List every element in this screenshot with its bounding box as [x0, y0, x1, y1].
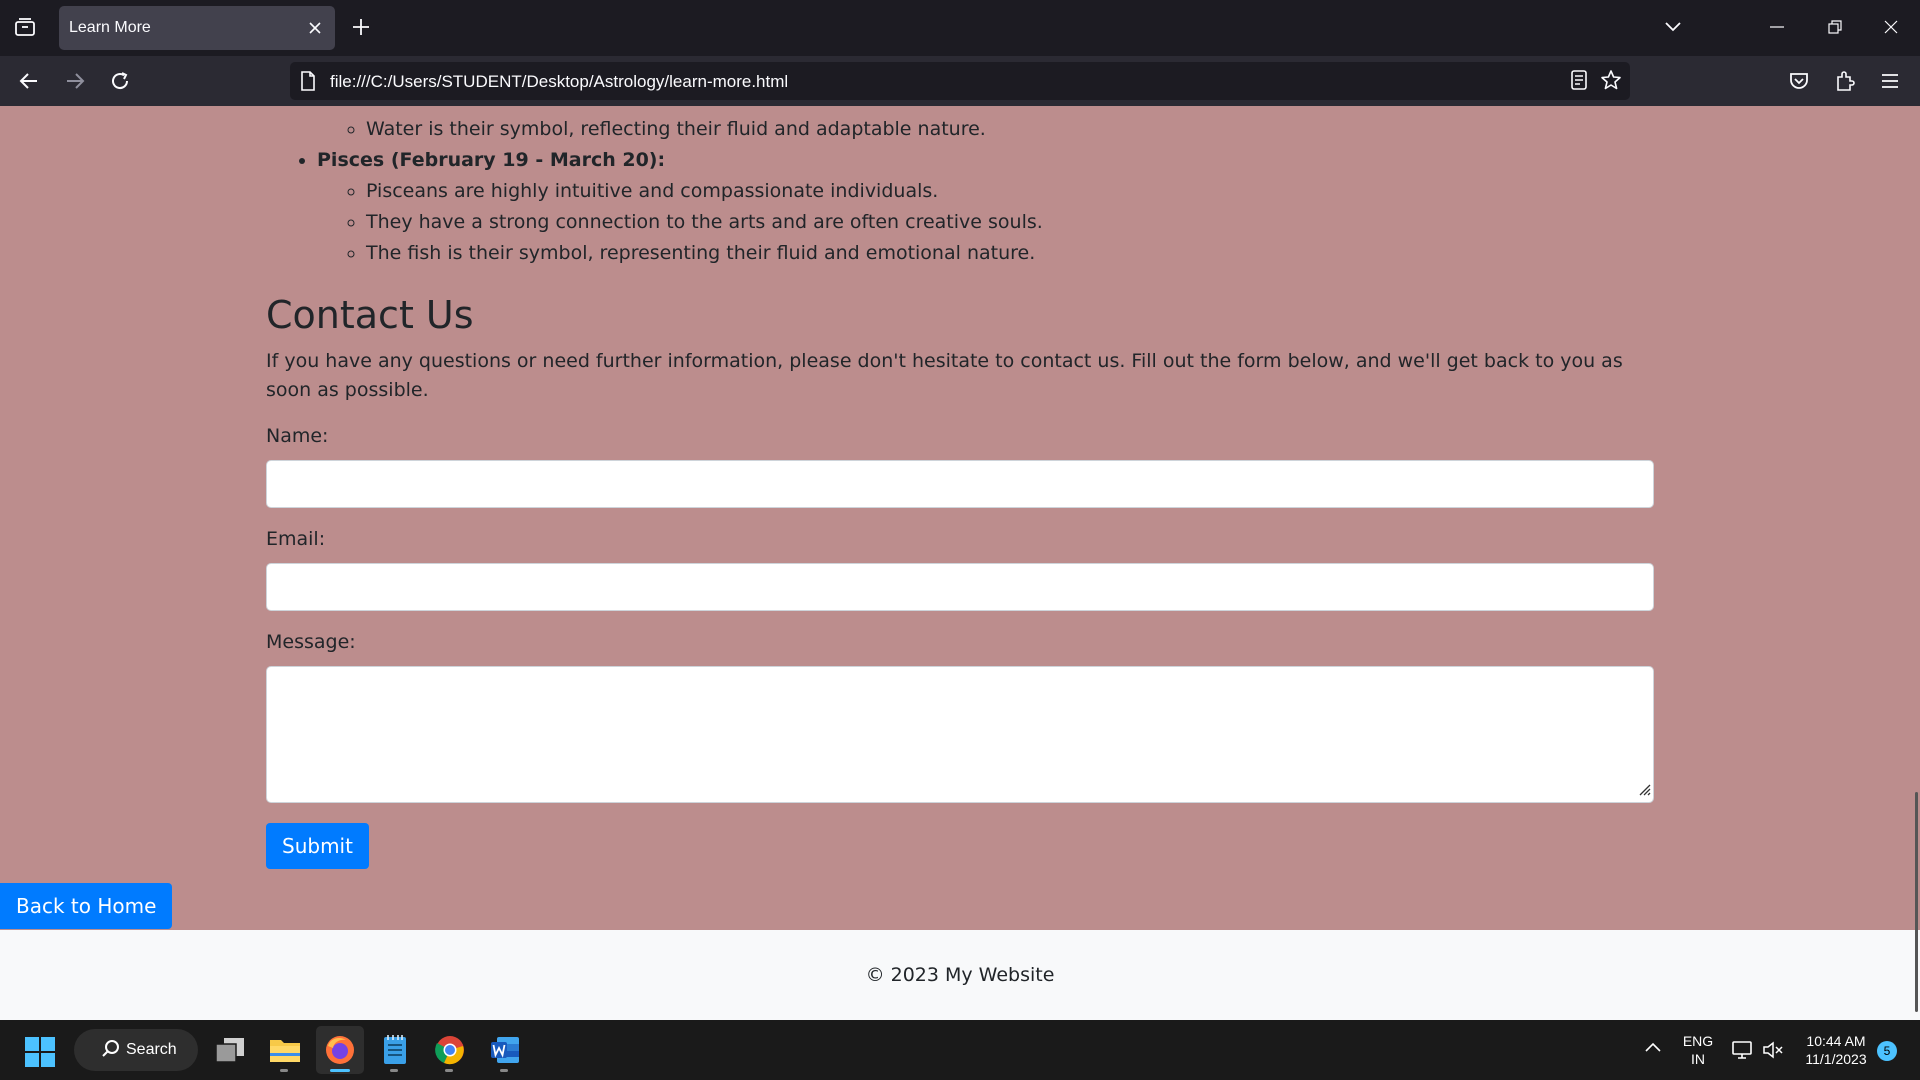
- firefox-icon[interactable]: [316, 1026, 364, 1074]
- menu-icon[interactable]: [1873, 64, 1907, 98]
- tab-list-icon[interactable]: [10, 12, 40, 42]
- email-field[interactable]: [266, 563, 1654, 611]
- address-bar[interactable]: file:///C:/Users/STUDENT/Desktop/Astrolo…: [290, 62, 1630, 100]
- back-arrow-icon[interactable]: [12, 64, 46, 98]
- language-line-1: ENG: [1682, 1033, 1714, 1049]
- tab-title: Learn More: [69, 19, 151, 36]
- pisces-heading: Pisces (February 19 - March 20):: [317, 149, 666, 171]
- notepad-icon[interactable]: [371, 1026, 419, 1074]
- language-indicator[interactable]: ENG IN: [1680, 1032, 1716, 1068]
- browser-tab-bar: Learn More: [0, 0, 1920, 56]
- resize-handle-icon[interactable]: [1637, 781, 1651, 800]
- pocket-icon[interactable]: [1782, 64, 1816, 98]
- footer-text: © 2023 My Website: [865, 964, 1055, 986]
- extensions-icon[interactable]: [1828, 64, 1862, 98]
- search-icon: [102, 1039, 120, 1062]
- name-field[interactable]: [266, 460, 1654, 508]
- chevron-down-icon[interactable]: [1658, 12, 1688, 42]
- chevron-up-icon[interactable]: [1644, 1040, 1662, 1058]
- task-view-icon[interactable]: [206, 1026, 254, 1074]
- zodiac-list: Pisces (February 19 - March 20): Piscean…: [317, 145, 1654, 269]
- bookmark-star-icon[interactable]: [1600, 69, 1622, 96]
- url-text[interactable]: file:///C:/Users/STUDENT/Desktop/Astrolo…: [330, 72, 788, 92]
- back-to-home-button[interactable]: Back to Home: [0, 883, 173, 929]
- list-item: Water is their symbol, reflecting their …: [366, 114, 1654, 145]
- message-label: Message:: [266, 631, 356, 653]
- reader-view-icon[interactable]: [1570, 70, 1588, 95]
- clock-date: 11/1/2023: [1805, 1051, 1867, 1067]
- list-item: They have a strong connection to the art…: [366, 207, 1654, 238]
- page-viewport: Water is their symbol, reflecting their …: [0, 106, 1920, 1020]
- page-icon: [300, 71, 316, 96]
- tab-close-icon[interactable]: [303, 16, 327, 40]
- name-label: Name:: [266, 425, 329, 447]
- language-line-2: IN: [1691, 1051, 1705, 1067]
- search-label: Search: [126, 1041, 177, 1058]
- network-icon[interactable]: [1732, 1040, 1754, 1065]
- email-label: Email:: [266, 528, 326, 550]
- browser-tab-active[interactable]: Learn More: [59, 6, 335, 50]
- clock-time: 10:44 AM: [1806, 1033, 1866, 1049]
- restore-icon[interactable]: [1810, 8, 1860, 46]
- file-explorer-icon[interactable]: [261, 1026, 309, 1074]
- new-tab-icon[interactable]: [346, 12, 376, 42]
- footer: © 2023 My Website: [0, 930, 1920, 1020]
- submit-button[interactable]: Submit: [266, 823, 369, 869]
- contact-description: If you have any questions or need furthe…: [266, 350, 1623, 401]
- previous-sign-points: Water is their symbol, reflecting their …: [366, 114, 1654, 145]
- close-window-icon[interactable]: [1866, 8, 1916, 46]
- pisces-points: Pisceans are highly intuitive and compas…: [366, 176, 1654, 269]
- list-item: Pisceans are highly intuitive and compas…: [366, 176, 1654, 207]
- page-content: Water is their symbol, reflecting their …: [266, 106, 1654, 869]
- contact-form: Name: Email: Message: Submit: [266, 423, 1654, 869]
- minimize-icon[interactable]: [1752, 8, 1802, 46]
- contact-title: Contact Us: [266, 293, 474, 337]
- scrollbar-thumb[interactable]: [1915, 792, 1918, 1012]
- taskbar: Search ENG IN 10:44 AM 11/1/2023: [0, 1020, 1920, 1080]
- list-item-pisces: Pisces (February 19 - March 20): Piscean…: [317, 145, 1654, 269]
- browser-nav-bar: file:///C:/Users/STUDENT/Desktop/Astrolo…: [0, 56, 1920, 106]
- clock[interactable]: 10:44 AM 11/1/2023: [1796, 1032, 1876, 1068]
- message-field[interactable]: [266, 666, 1654, 803]
- list-item: The fish is their symbol, representing t…: [366, 238, 1654, 269]
- volume-muted-icon[interactable]: [1762, 1040, 1784, 1065]
- windows-start-icon[interactable]: [24, 1036, 56, 1073]
- taskbar-search-button[interactable]: Search: [74, 1029, 198, 1071]
- forward-arrow-icon[interactable]: [58, 64, 92, 98]
- chrome-icon[interactable]: [426, 1026, 474, 1074]
- word-icon[interactable]: [481, 1026, 529, 1074]
- reload-icon[interactable]: [103, 64, 137, 98]
- notification-badge[interactable]: 5: [1877, 1041, 1897, 1061]
